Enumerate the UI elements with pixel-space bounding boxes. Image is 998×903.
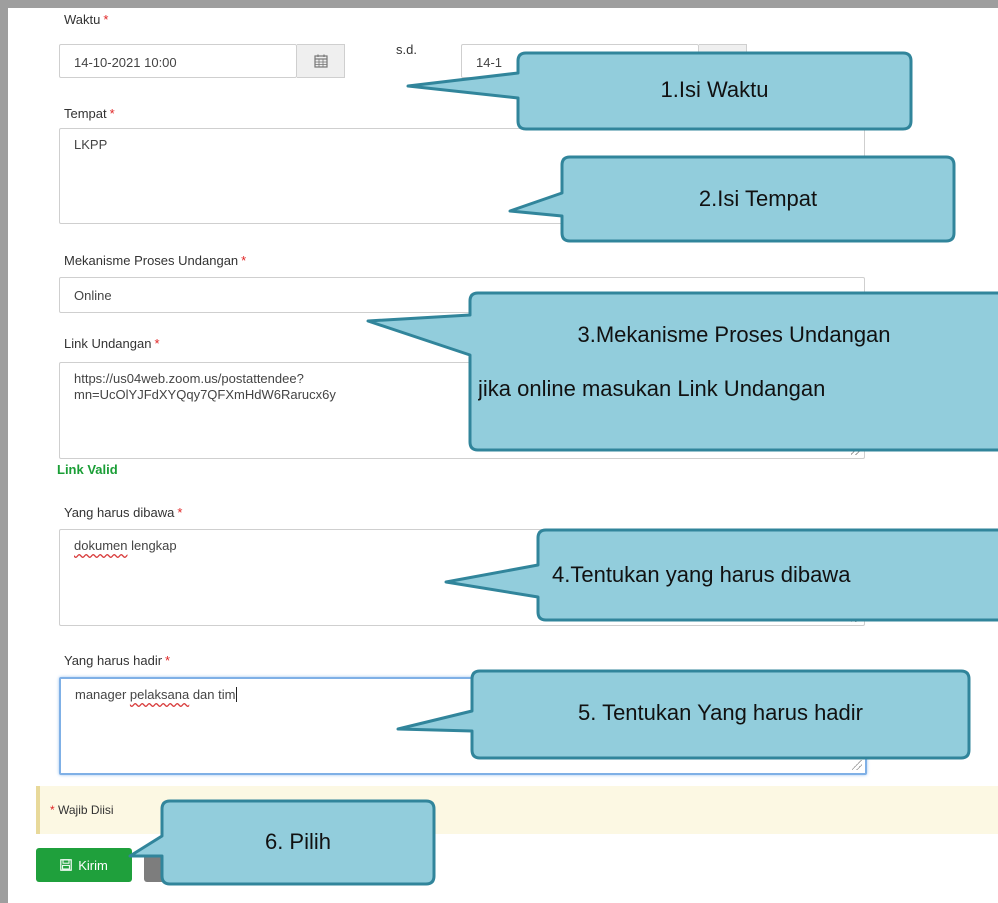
callout-2-text: 2.Isi Tempat <box>698 186 818 211</box>
callout-3-text-line2: jika online masukan Link Undangan <box>478 376 826 401</box>
callout-shapes <box>128 51 998 886</box>
callout-6-text: 6. Pilih <box>264 829 332 854</box>
callout-3-text-line1: 3.Mekanisme Proses Undangan <box>577 322 891 347</box>
callout-1-text: 1.Isi Waktu <box>660 77 769 102</box>
callout-5-text: 5. Tentukan Yang harus hadir <box>578 700 863 725</box>
callout-4-text: 4.Tentukan yang harus dibawa <box>552 562 851 587</box>
callout-3-shape <box>366 291 998 452</box>
